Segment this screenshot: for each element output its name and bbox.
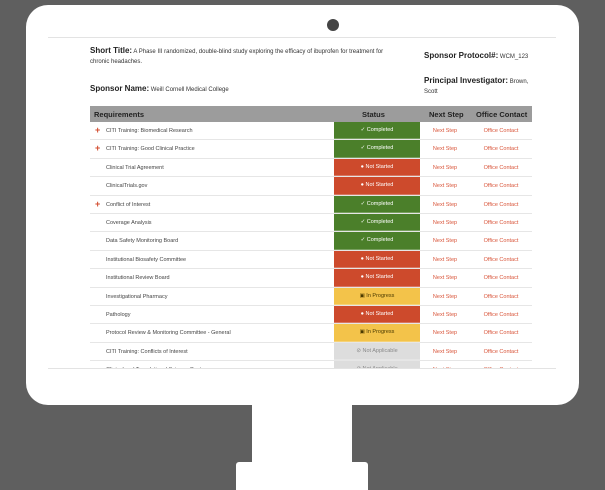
office-contact-link[interactable]: Office Contact <box>473 146 529 152</box>
requirement-name: CITI Training: Biomedical Research <box>106 128 193 134</box>
next-step-link[interactable]: Next Step <box>429 165 461 171</box>
requirement-name: CITI Training: Conflicts of Interest <box>106 348 188 355</box>
requirement-name: Conflict of Interest <box>106 201 151 208</box>
header-requirements[interactable]: Requirements <box>94 110 144 119</box>
office-contact-link[interactable]: Office Contact <box>473 294 529 300</box>
monitor-stand <box>252 405 352 465</box>
office-contact-link[interactable]: Office Contact <box>473 367 529 368</box>
study-info: Short Title: A Phase III randomized, dou… <box>90 44 530 102</box>
camera-icon <box>327 19 339 31</box>
table-row: Clinical Trial Agreement ● Not Started Nex… <box>90 158 532 178</box>
next-step-link[interactable]: Next Step <box>429 312 461 318</box>
pi-label: Principal Investigator: <box>424 76 509 85</box>
requirement-name: Institutional Review Board <box>106 275 170 282</box>
office-contact-link[interactable]: Office Contact <box>473 183 529 189</box>
status-badge: ✓ Completed <box>334 140 420 158</box>
screen: Short Title: A Phase III randomized, dou… <box>48 37 556 369</box>
table-row: Investigational Pharmacy ▣ In Progress Nex… <box>90 287 532 306</box>
status-badge: ● Not Started <box>334 305 420 324</box>
table-body: + CITI Training: Biomedical Research ✓ Com… <box>90 122 532 368</box>
table-row: CITI Training: Conflicts of Interest ⊘ No… <box>90 342 532 362</box>
requirement-name: ClinicalTrials.gov <box>106 183 148 190</box>
office-contact-link[interactable]: Office Contact <box>473 220 529 226</box>
requirements-table: Requirements Status Next Step Office Con… <box>90 106 532 368</box>
requirement-name: Pathology <box>106 311 131 318</box>
status-badge: ✓ Completed <box>334 195 420 213</box>
office-contact-link[interactable]: Office Contact <box>473 128 529 134</box>
office-contact-link[interactable]: Office Contact <box>473 165 529 171</box>
next-step-link[interactable]: Next Step <box>429 128 461 134</box>
status-badge: ▣ In Progress <box>334 324 420 342</box>
sponsor-name-label: Sponsor Name: <box>90 84 150 93</box>
sponsor-protocol-value: WCM_123 <box>499 54 529 60</box>
status-badge: ● Not Started <box>334 269 420 287</box>
status-badge: ✓ Completed <box>334 122 420 140</box>
status-badge: ✓ Completed <box>334 232 420 250</box>
next-step-link[interactable]: Next Step <box>429 220 461 226</box>
short-title-label: Short Title: <box>90 46 133 55</box>
office-contact-link[interactable]: Office Contact <box>473 330 529 336</box>
requirement-name: Protocol Review & Monitoring Committee -… <box>106 330 231 337</box>
expand-plus-icon[interactable]: + <box>95 143 100 153</box>
sponsor-name: Sponsor Name: Weill Cornell Medical Coll… <box>90 84 390 93</box>
next-step-link[interactable]: Next Step <box>429 349 461 355</box>
sponsor-protocol-label: Sponsor Protocol#: <box>424 51 499 60</box>
expand-plus-icon[interactable]: + <box>95 125 100 135</box>
short-title-value: A Phase III randomized, double-blind stu… <box>90 49 384 65</box>
table-row: Clinical and Translational Science Cente… <box>90 361 532 368</box>
principal-investigator: Principal Investigator: Brown, Scott <box>424 76 534 97</box>
next-step-link[interactable]: Next Step <box>429 183 461 189</box>
table-row: Data Safety Monitoring Board ✓ Completed N… <box>90 232 532 251</box>
next-step-link[interactable]: Next Step <box>429 146 461 152</box>
next-step-link[interactable]: Next Step <box>429 275 461 281</box>
requirement-name: Clinical and Translational Science Cente… <box>106 367 206 368</box>
requirement-name: Institutional Biosafety Committee <box>106 256 187 263</box>
header-status[interactable]: Status <box>362 110 385 119</box>
status-badge: ● Not Started <box>334 250 420 269</box>
next-step-link[interactable]: Next Step <box>429 202 461 208</box>
table-row: + CITI Training: Good Clinical Practice ✓ … <box>90 140 532 159</box>
table-row: Institutional Biosafety Committee ● Not S… <box>90 250 532 270</box>
short-title: Short Title: A Phase III randomized, dou… <box>90 46 390 67</box>
requirement-name: Investigational Pharmacy <box>106 293 168 300</box>
office-contact-link[interactable]: Office Contact <box>473 238 529 244</box>
office-contact-link[interactable]: Office Contact <box>473 349 529 355</box>
status-badge: ▣ In Progress <box>334 287 420 305</box>
office-contact-link[interactable]: Office Contact <box>473 275 529 281</box>
header-office-contact[interactable]: Office Contact <box>476 110 527 119</box>
office-contact-link[interactable]: Office Contact <box>473 312 529 318</box>
next-step-link[interactable]: Next Step <box>429 238 461 244</box>
table-row: Institutional Review Board ● Not Started N… <box>90 269 532 288</box>
table-row: ClinicalTrials.gov ● Not Started Next Step… <box>90 177 532 196</box>
next-step-link[interactable]: Next Step <box>429 257 461 263</box>
sponsor-protocol: Sponsor Protocol#: WCM_123 <box>424 51 534 60</box>
next-step-link[interactable]: Next Step <box>429 330 461 336</box>
table-row: + CITI Training: Biomedical Research ✓ Com… <box>90 122 532 141</box>
next-step-link[interactable]: Next Step <box>429 294 461 300</box>
table-row: Protocol Review & Monitoring Committee -… <box>90 324 532 343</box>
status-badge: ● Not Started <box>334 177 420 195</box>
requirement-name: CITI Training: Good Clinical Practice <box>106 146 195 153</box>
status-badge: ✓ Completed <box>334 213 420 232</box>
monitor-stand-base <box>236 462 368 490</box>
table-header: Requirements Status Next Step Office Con… <box>90 106 532 122</box>
requirement-name: Clinical Trial Agreement <box>106 164 164 171</box>
requirement-name: Data Safety Monitoring Board <box>106 238 179 245</box>
office-contact-link[interactable]: Office Contact <box>473 257 529 263</box>
header-next-step[interactable]: Next Step <box>429 110 464 119</box>
requirement-name: Coverage Analysis <box>106 219 152 226</box>
table-row: Coverage Analysis ✓ Completed Next Step Off… <box>90 213 532 233</box>
table-row: + Conflict of Interest ✓ Completed Next Ste… <box>90 195 532 214</box>
table-row: Pathology ● Not Started Next Step Office Co… <box>90 305 532 325</box>
next-step-link[interactable]: Next Step <box>429 367 461 368</box>
status-badge: ⊘ Not Applicable <box>334 361 420 368</box>
status-badge: ● Not Started <box>334 158 420 177</box>
sponsor-name-value: Weill Cornell Medical College <box>150 87 229 93</box>
expand-plus-icon[interactable]: + <box>95 199 100 209</box>
office-contact-link[interactable]: Office Contact <box>473 202 529 208</box>
status-badge: ⊘ Not Applicable <box>334 342 420 361</box>
